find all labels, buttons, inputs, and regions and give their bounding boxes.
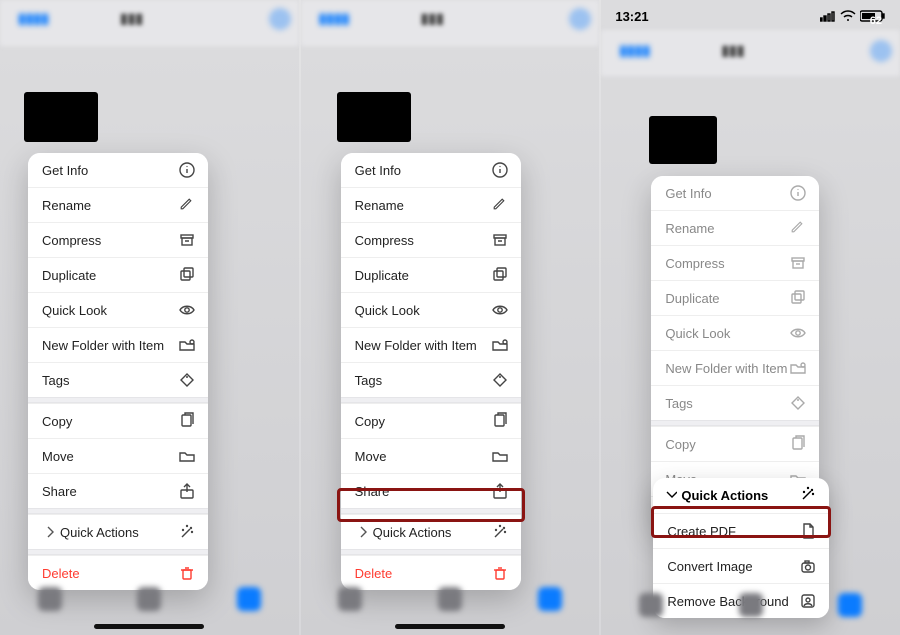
trash-icon xyxy=(491,564,509,582)
trash-icon xyxy=(178,564,196,582)
folder-icon xyxy=(491,447,509,465)
menu-duplicate[interactable]: Duplicate xyxy=(651,280,819,315)
menu-quick-actions[interactable]: Quick Actions xyxy=(341,514,521,549)
menu-copy[interactable]: Copy xyxy=(28,403,208,438)
pencil-icon xyxy=(789,219,807,237)
menu-new-folder-with-item[interactable]: New Folder with Item xyxy=(651,350,819,385)
tag-icon xyxy=(491,371,509,389)
menu-tags[interactable]: Tags xyxy=(341,362,521,397)
menu-new-folder-with-item[interactable]: New Folder with Item xyxy=(28,327,208,362)
wand-icon xyxy=(178,523,196,541)
menu-tags[interactable]: Tags xyxy=(28,362,208,397)
file-thumbnail[interactable] xyxy=(337,92,411,142)
menu-get-info[interactable]: Get Info xyxy=(28,153,208,187)
tag-icon xyxy=(178,371,196,389)
info-icon xyxy=(178,161,196,179)
menu-duplicate[interactable]: Duplicate xyxy=(341,257,521,292)
status-battery-pct: 62 xyxy=(870,15,882,27)
menu-move[interactable]: Move xyxy=(28,438,208,473)
menu-compress[interactable]: Compress xyxy=(28,222,208,257)
context-menu: Get Info Rename Compress Duplicate Quick… xyxy=(28,153,208,590)
chevron-down-icon xyxy=(663,485,677,506)
menu-compress[interactable]: Compress xyxy=(651,245,819,280)
copy-icon xyxy=(491,412,509,430)
qa-create-pdf[interactable]: Create PDF xyxy=(653,513,829,548)
status-time: 13:21 xyxy=(615,9,648,24)
context-menu: Get Info Rename Compress Duplicate Quick… xyxy=(341,153,521,590)
camera-icon xyxy=(799,557,817,575)
menu-quick-look[interactable]: Quick Look xyxy=(341,292,521,327)
menu-rename[interactable]: Rename xyxy=(341,187,521,222)
pencil-icon xyxy=(178,196,196,214)
menu-quick-look[interactable]: Quick Look xyxy=(28,292,208,327)
eye-icon xyxy=(178,301,196,319)
eye-icon xyxy=(491,301,509,319)
menu-share[interactable]: Share xyxy=(341,473,521,508)
menu-duplicate[interactable]: Duplicate xyxy=(28,257,208,292)
menu-new-folder-with-item[interactable]: New Folder with Item xyxy=(341,327,521,362)
archive-icon xyxy=(178,231,196,249)
copy-icon xyxy=(789,435,807,453)
copy-icon xyxy=(178,412,196,430)
screenshot-3: 13:21 62 ▮▮▮▮ ▮▮▮ Get Info Rename Compre… xyxy=(599,0,900,635)
menu-compress[interactable]: Compress xyxy=(341,222,521,257)
info-icon xyxy=(491,161,509,179)
signal-icon xyxy=(820,10,836,22)
chevron-right-icon xyxy=(355,523,369,541)
menu-share[interactable]: Share xyxy=(28,473,208,508)
doc-icon xyxy=(799,522,817,540)
wand-icon xyxy=(799,485,817,506)
quick-actions-header[interactable]: Quick Actions xyxy=(653,478,829,513)
info-icon xyxy=(789,184,807,202)
chevron-right-icon xyxy=(42,523,56,541)
menu-delete[interactable]: Delete xyxy=(28,555,208,590)
tag-icon xyxy=(789,394,807,412)
screenshot-1: ▮▮▮▮ ▮▮▮ Get Info Rename Compress Duplic… xyxy=(0,0,299,635)
archive-icon xyxy=(491,231,509,249)
menu-move[interactable]: Move xyxy=(341,438,521,473)
menu-get-info[interactable]: Get Info xyxy=(341,153,521,187)
wifi-icon xyxy=(840,10,856,22)
wand-icon xyxy=(491,523,509,541)
duplicate-icon xyxy=(789,289,807,307)
status-bar: 13:21 62 xyxy=(601,6,900,26)
share-icon xyxy=(178,482,196,500)
menu-rename[interactable]: Rename xyxy=(651,210,819,245)
archive-icon xyxy=(789,254,807,272)
eye-icon xyxy=(789,324,807,342)
menu-delete[interactable]: Delete xyxy=(341,555,521,590)
menu-copy[interactable]: Copy xyxy=(341,403,521,438)
menu-get-info[interactable]: Get Info xyxy=(651,176,819,210)
menu-quick-look[interactable]: Quick Look xyxy=(651,315,819,350)
screenshot-2: ▮▮▮▮ ▮▮▮ Get Info Rename Compress Duplic… xyxy=(299,0,600,635)
duplicate-icon xyxy=(178,266,196,284)
menu-copy[interactable]: Copy xyxy=(651,426,819,461)
file-thumbnail[interactable] xyxy=(24,92,98,142)
menu-quick-actions[interactable]: Quick Actions xyxy=(28,514,208,549)
share-icon xyxy=(491,482,509,500)
pencil-icon xyxy=(491,196,509,214)
qa-convert-image[interactable]: Convert Image xyxy=(653,548,829,583)
menu-tags[interactable]: Tags xyxy=(651,385,819,420)
folder-badge-icon xyxy=(491,336,509,354)
menu-rename[interactable]: Rename xyxy=(28,187,208,222)
folder-badge-icon xyxy=(178,336,196,354)
file-thumbnail[interactable] xyxy=(649,116,717,164)
folder-icon xyxy=(178,447,196,465)
duplicate-icon xyxy=(491,266,509,284)
folder-badge-icon xyxy=(789,359,807,377)
